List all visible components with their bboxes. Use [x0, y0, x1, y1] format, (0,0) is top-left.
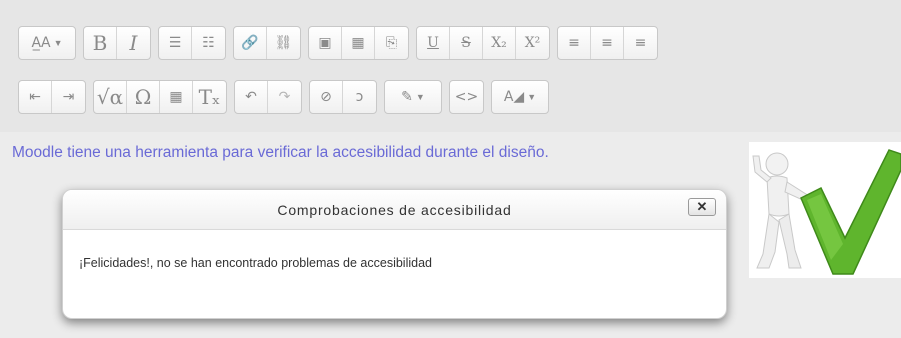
font-color-menu-button[interactable]: A◢ ▼	[492, 81, 548, 113]
align-center-button[interactable]: ≡	[591, 27, 624, 59]
font-style-icon: A̲A	[31, 35, 51, 51]
chevron-down-icon: ▼	[415, 92, 425, 102]
html-source-button[interactable]: <>	[450, 81, 483, 113]
link-button[interactable]: 🔗	[234, 27, 267, 59]
equation-icon: √α	[96, 85, 124, 109]
redo-icon: ↷	[278, 89, 291, 105]
align-right-button[interactable]: ≡	[624, 27, 657, 59]
align-left-button[interactable]: ≡	[558, 27, 591, 59]
indent-icon: ⇥	[62, 89, 75, 105]
toolbar-group-links: 🔗 ⛓	[233, 26, 301, 60]
toolbar-group-indent: ⇤ ⇥	[18, 80, 86, 114]
link-icon: 🔗	[241, 35, 259, 51]
indent-button[interactable]: ⇥	[52, 81, 85, 113]
subscript-button[interactable]: X₂	[483, 27, 516, 59]
special-character-button[interactable]: Ω	[127, 81, 160, 113]
omega-icon: Ω	[134, 85, 152, 109]
eye-slash-icon: ⊘	[320, 89, 332, 105]
toolbar-group-text-style: A̲A ▼	[18, 26, 76, 60]
paint-brush-icon: ✎	[401, 89, 413, 105]
toolbar-group-history: ↶ ↷	[234, 80, 302, 114]
underline-icon: U	[427, 35, 439, 51]
manage-files-button[interactable]: ⎘	[375, 27, 408, 59]
bold-button[interactable]: B	[84, 27, 117, 59]
text-style-menu-button[interactable]: A̲A ▼	[19, 27, 75, 59]
toolbar-group-align: ≡ ≡ ≡	[557, 26, 658, 60]
dialog-title: Comprobaciones de accesibilidad	[277, 202, 512, 218]
clear-formatting-button[interactable]: Tₓ	[193, 81, 226, 113]
toolbar-group-color: ✎ ▼	[384, 80, 442, 114]
equation-button[interactable]: √α	[94, 81, 127, 113]
align-right-icon: ≡	[634, 35, 647, 51]
superscript-icon: X²	[524, 35, 541, 51]
editor-paragraph[interactable]: Moodle tiene una herramienta para verifi…	[12, 144, 549, 162]
italic-button[interactable]: I	[117, 27, 150, 59]
insert-media-button[interactable]: ▦	[342, 27, 375, 59]
dialog-header: Comprobaciones de accesibilidad ✕	[63, 190, 726, 230]
image-icon: ▣	[318, 35, 332, 51]
numbered-list-icon: ☷	[202, 35, 215, 51]
align-left-icon: ≡	[568, 35, 580, 51]
ear-icon: ↄ	[355, 89, 364, 105]
bullet-list-icon: ☰	[168, 35, 182, 51]
background-color-menu-button[interactable]: ✎ ▼	[385, 81, 441, 113]
undo-button[interactable]: ↶	[235, 81, 268, 113]
toolbar-group-html: <>	[449, 80, 484, 114]
unlink-button[interactable]: ⛓	[267, 27, 300, 59]
chevron-down-icon: ▼	[527, 92, 537, 102]
unordered-list-button[interactable]: ☰	[159, 27, 192, 59]
code-icon: <>	[454, 89, 479, 105]
clear-formatting-icon: Tₓ	[198, 85, 221, 109]
redo-button[interactable]: ↷	[268, 81, 301, 113]
strikethrough-button[interactable]: S	[450, 27, 483, 59]
font-color-icon: A◢	[503, 89, 525, 105]
screenreader-helper-button[interactable]: ↄ	[343, 81, 376, 113]
italic-icon: I	[129, 31, 138, 55]
undo-icon: ↶	[245, 89, 257, 105]
align-center-icon: ≡	[601, 35, 613, 51]
film-icon: ▦	[351, 35, 365, 51]
editor-toolbar: A̲A ▼ B I ☰ ☷ 🔗 ⛓ ▣ ▦ ⎘ U S X₂ X² ≡ ≡ ≡ ⇤ ⇥ √α Ω ▦ Tₓ ↶ ↷ ⊘ ↄ ✎ ▼ <> A…	[0, 0, 901, 132]
toolbar-group-style: U S X₂ X²	[416, 26, 550, 60]
toolbar-group-accessibility: ⊘ ↄ	[309, 80, 377, 114]
bold-icon: B	[92, 31, 108, 55]
toolbar-row-1: A̲A ▼ B I ☰ ☷ 🔗 ⛓ ▣ ▦ ⎘ U S X₂ X² ≡ ≡ ≡	[18, 26, 658, 60]
checkmark-figure-image[interactable]	[749, 142, 901, 278]
toolbar-group-font-color: A◢ ▼	[491, 80, 549, 114]
unlink-icon: ⛓	[274, 35, 293, 51]
ordered-list-button[interactable]: ☷	[192, 27, 225, 59]
toolbar-group-media: ▣ ▦ ⎘	[308, 26, 409, 60]
underline-button[interactable]: U	[417, 27, 450, 59]
superscript-button[interactable]: X²	[516, 27, 549, 59]
table-button[interactable]: ▦	[160, 81, 193, 113]
files-icon: ⎘	[385, 35, 398, 51]
chevron-down-icon: ▼	[53, 38, 63, 48]
toolbar-group-basic: BI	[83, 26, 151, 60]
dialog-close-button[interactable]: ✕	[688, 198, 716, 216]
insert-image-button[interactable]: ▣	[309, 27, 342, 59]
table-icon: ▦	[169, 89, 183, 105]
toolbar-group-lists: ☰ ☷	[158, 26, 226, 60]
strikethrough-icon: S	[461, 35, 471, 51]
accessibility-checker-button[interactable]: ⊘	[310, 81, 343, 113]
outdent-button[interactable]: ⇤	[19, 81, 52, 113]
subscript-icon: X₂	[491, 35, 507, 51]
accessibility-dialog: Comprobaciones de accesibilidad ✕ ¡Felic…	[62, 189, 727, 319]
toolbar-row-2: ⇤ ⇥ √α Ω ▦ Tₓ ↶ ↷ ⊘ ↄ ✎ ▼ <> A◢ ▼	[18, 80, 549, 114]
toolbar-group-insert: √α Ω ▦ Tₓ	[93, 80, 227, 114]
dialog-message: ¡Felicidades!, no se han encontrado prob…	[79, 256, 432, 270]
outdent-icon: ⇤	[29, 89, 41, 105]
